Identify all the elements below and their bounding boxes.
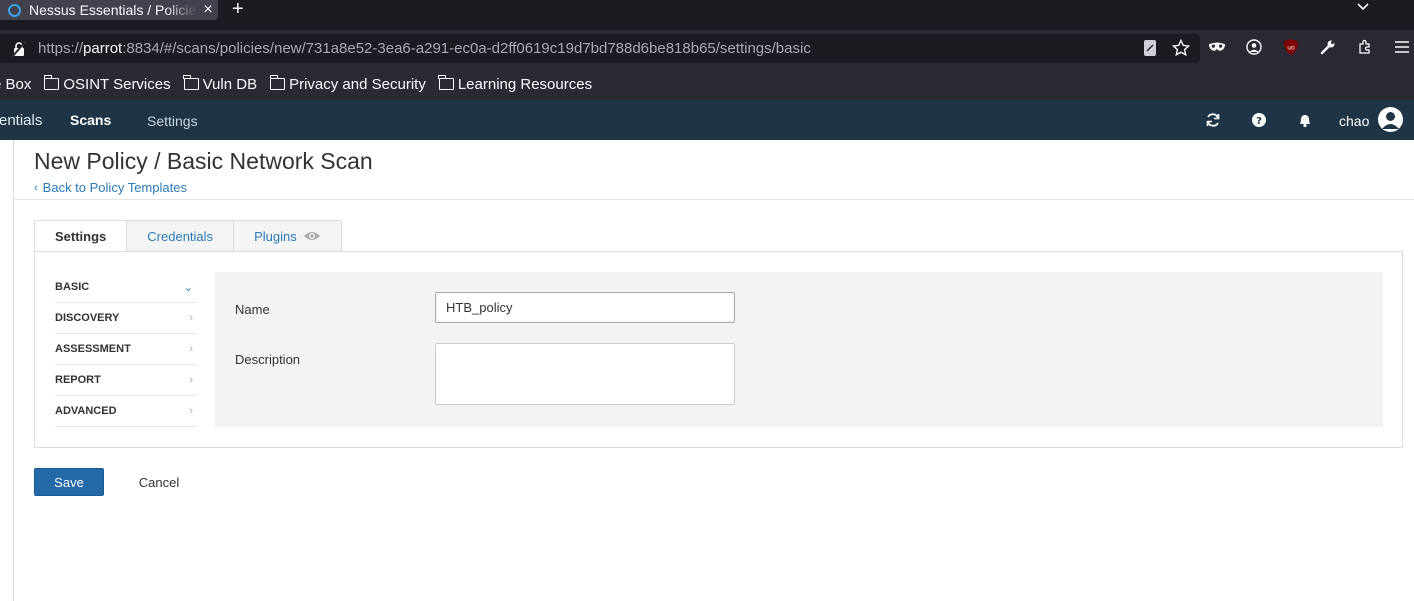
url-host: parrot (83, 40, 123, 57)
bookmark-folder-privacy[interactable]: Privacy and Security (269, 75, 426, 93)
side-nav-basic[interactable]: BASIC ⌄ (55, 272, 197, 303)
bookmark-label: e Box (0, 75, 32, 93)
bookmark-label: Privacy and Security (289, 75, 426, 93)
wrench-icon[interactable] (1319, 38, 1337, 56)
name-label: Name (235, 302, 270, 317)
settings-side-nav: BASIC ⌄ DISCOVERY › ASSESSMENT › REPORT › AD… (55, 272, 197, 427)
hamburger-menu-icon[interactable] (1393, 38, 1411, 56)
refresh-icon[interactable] (1204, 111, 1222, 129)
chevron-right-icon: › (189, 343, 193, 355)
list-all-tabs-icon[interactable] (1356, 0, 1370, 14)
page-left-border (13, 140, 14, 601)
tab-credentials-label: Credentials (147, 228, 214, 244)
svg-text:uo: uo (1287, 45, 1295, 52)
url-path: :8834/#/scans/policies/new/731a8e52-3ea6… (122, 40, 811, 57)
chevron-down-icon: ⌄ (183, 281, 193, 294)
browser-tab-bar: Nessus Essentials / Policies × + (0, 0, 1414, 30)
tab-credentials[interactable]: Credentials (127, 220, 235, 252)
tab-settings-label: Settings (55, 228, 107, 244)
url-prefix: https:// (38, 40, 84, 57)
reader-view-icon[interactable] (1142, 39, 1158, 57)
side-nav-label: DISCOVERY (55, 312, 120, 324)
browser-nav-bar: https://parrot:8834/#/scans/policies/new… (0, 30, 1414, 68)
bookmark-label: Learning Resources (457, 75, 593, 93)
save-button[interactable]: Save (34, 468, 104, 496)
app-header: entials Scans Settings ? chao (0, 100, 1414, 140)
account-icon[interactable] (1245, 38, 1263, 56)
tab-plugins[interactable]: Plugins (234, 220, 342, 252)
bookmark-label: Vuln DB (202, 75, 258, 93)
folder-icon (269, 75, 286, 90)
chevron-right-icon: › (189, 374, 193, 386)
username[interactable]: chao (1339, 113, 1369, 129)
user-avatar-icon[interactable] (1378, 107, 1403, 132)
url-bar[interactable]: https://parrot:8834/#/scans/policies/new… (0, 34, 1200, 63)
bookmark-hack-the-box[interactable]: e Box (0, 76, 31, 93)
back-to-policy-templates-link[interactable]: ‹ Back to Policy Templates (34, 180, 187, 195)
eye-icon (303, 232, 320, 240)
description-label: Description (235, 352, 301, 367)
bookmark-star-icon[interactable] (1172, 39, 1190, 57)
bookmark-folder-osint[interactable]: OSINT Services (43, 75, 171, 93)
side-nav-report[interactable]: REPORT › (55, 365, 197, 396)
brand-logo-text[interactable]: entials (0, 112, 42, 129)
page-title: New Policy / Basic Network Scan (34, 148, 373, 174)
bookmark-folder-vuln-db[interactable]: Vuln DB (183, 75, 258, 93)
folder-icon (438, 75, 454, 90)
chevron-right-icon: › (189, 312, 193, 324)
title-divider (14, 199, 1414, 200)
basic-settings-form: Name Description (215, 272, 1383, 427)
extensions-puzzle-icon[interactable] (1356, 38, 1374, 56)
back-link-label: Back to Policy Templates (42, 180, 187, 195)
chevron-left-icon: ‹ (34, 181, 38, 194)
browser-tab[interactable]: Nessus Essentials / Policies × (0, 0, 218, 20)
policy-tabs: Settings Credentials Plugins (34, 220, 342, 252)
notifications-bell-icon[interactable] (1296, 111, 1314, 129)
folder-icon (43, 75, 60, 90)
help-icon[interactable]: ? (1250, 111, 1268, 129)
cancel-button[interactable]: Cancel (124, 468, 194, 496)
new-tab-button[interactable]: + (232, 0, 244, 21)
side-nav-discovery[interactable]: DISCOVERY › (55, 303, 197, 334)
side-nav-label: REPORT (55, 374, 101, 386)
policy-name-input[interactable] (435, 292, 735, 323)
chevron-right-icon: › (189, 405, 193, 417)
url-text: https://parrot:8834/#/scans/policies/new… (38, 40, 811, 57)
side-nav-label: BASIC (55, 281, 90, 293)
svg-text:?: ? (1256, 116, 1262, 127)
private-browsing-mask-icon[interactable] (1208, 38, 1226, 56)
side-nav-advanced[interactable]: ADVANCED › (55, 396, 197, 427)
side-nav-assessment[interactable]: ASSESSMENT › (55, 334, 197, 365)
ublock-origin-icon[interactable]: uo (1282, 38, 1300, 56)
nav-settings[interactable]: Settings (147, 113, 198, 129)
settings-panel: BASIC ⌄ DISCOVERY › ASSESSMENT › REPORT › AD… (34, 251, 1403, 448)
tab-settings[interactable]: Settings (34, 220, 128, 252)
side-nav-label: ADVANCED (55, 405, 117, 417)
bookmark-label: OSINT Services (63, 75, 171, 93)
nav-scans[interactable]: Scans (70, 112, 111, 128)
site-info-icon[interactable] (11, 39, 27, 58)
side-nav-label: ASSESSMENT (55, 343, 131, 355)
browser-tab-title: Nessus Essentials / Policies (29, 2, 198, 18)
policy-description-input[interactable] (435, 343, 735, 405)
nessus-favicon-icon (8, 3, 21, 17)
bookmarks-toolbar: e Box OSINT Services Vuln DB Privacy and… (0, 68, 1414, 100)
close-tab-icon[interactable]: × (198, 1, 218, 19)
tab-plugins-label: Plugins (254, 228, 297, 244)
bookmark-folder-learning[interactable]: Learning Resources (438, 75, 593, 93)
folder-icon (183, 75, 199, 90)
